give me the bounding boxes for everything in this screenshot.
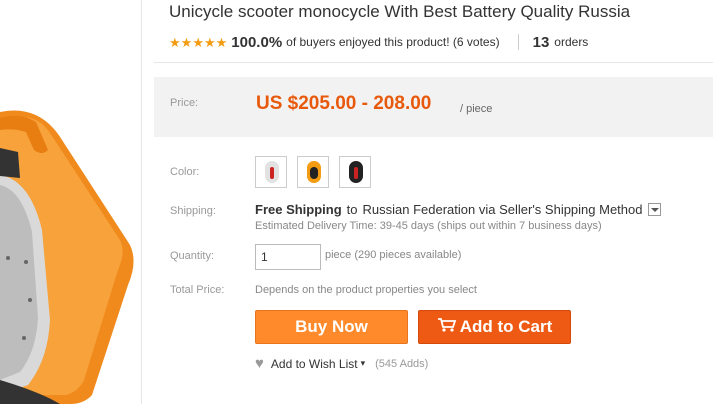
rating-stars[interactable]: ★ ★ ★ ★ ★ [169, 36, 227, 49]
price-unit: / piece [460, 103, 493, 115]
rating-text: of buyers enjoyed this product! (6 votes… [286, 35, 500, 49]
product-image[interactable] [0, 0, 141, 404]
shipping-destination[interactable]: Russian Federation via Seller's Shipping… [363, 202, 643, 217]
color-option-black[interactable] [339, 156, 371, 188]
orders-count: 13 [532, 33, 550, 51]
add-to-cart-label: Add to Cart [459, 317, 553, 336]
cart-icon [437, 317, 457, 338]
orders-label: orders [554, 35, 589, 49]
color-option-white[interactable] [255, 156, 287, 188]
rating-percent: 100.0% [231, 33, 283, 51]
quantity-input[interactable] [255, 244, 321, 270]
add-to-cart-button[interactable]: Add to Cart [418, 310, 571, 344]
star-icon: ★ [192, 34, 204, 50]
wish-list-row: ♥ Add to Wish List ▾ (545 Adds) [255, 356, 428, 371]
star-icon: ★ [180, 34, 193, 50]
add-to-wish-list-link[interactable]: Add to Wish List [271, 357, 358, 371]
delivery-time: Estimated Delivery Time: 39-45 days (shi… [255, 220, 602, 232]
price-box: Price: US $205.00 - 208.00 / piece [154, 77, 713, 137]
star-icon: ★ [169, 34, 181, 50]
shipping-label: Shipping: [170, 205, 216, 217]
total-price-label: Total Price: [170, 284, 225, 296]
rating-divider [517, 34, 519, 50]
header-divider [154, 62, 713, 63]
buy-now-label: Buy Now [295, 317, 368, 336]
free-shipping: Free Shipping [255, 202, 342, 217]
quantity-note: piece (290 pieces available) [325, 249, 462, 261]
shipping-line: Free Shipping to Russian Federation via … [255, 202, 661, 217]
quantity-label: Quantity: [170, 250, 215, 262]
star-icon: ★ [203, 34, 216, 50]
color-option-orange[interactable] [297, 156, 329, 188]
image-divider [141, 0, 142, 404]
total-price-text: Depends on the product properties you se… [255, 284, 477, 296]
price-label: Price: [170, 97, 199, 109]
price-value: US $205.00 - 208.00 [256, 93, 432, 114]
color-label: Color: [170, 166, 200, 178]
rating-row: ★ ★ ★ ★ ★ 100.0% of buyers enjoyed this … [169, 32, 588, 52]
shipping-dropdown-icon[interactable] [647, 203, 661, 216]
unicycle-image [0, 110, 134, 404]
shipping-to: to [346, 202, 358, 217]
color-swatches [255, 156, 371, 188]
product-title: Unicycle scooter monocycle With Best Bat… [169, 2, 631, 21]
wish-list-count: (545 Adds) [375, 357, 429, 370]
chevron-down-icon[interactable]: ▾ [361, 358, 366, 369]
star-icon: ★ [215, 34, 228, 50]
heart-icon: ♥ [255, 355, 264, 372]
buy-now-button[interactable]: Buy Now [255, 310, 408, 344]
